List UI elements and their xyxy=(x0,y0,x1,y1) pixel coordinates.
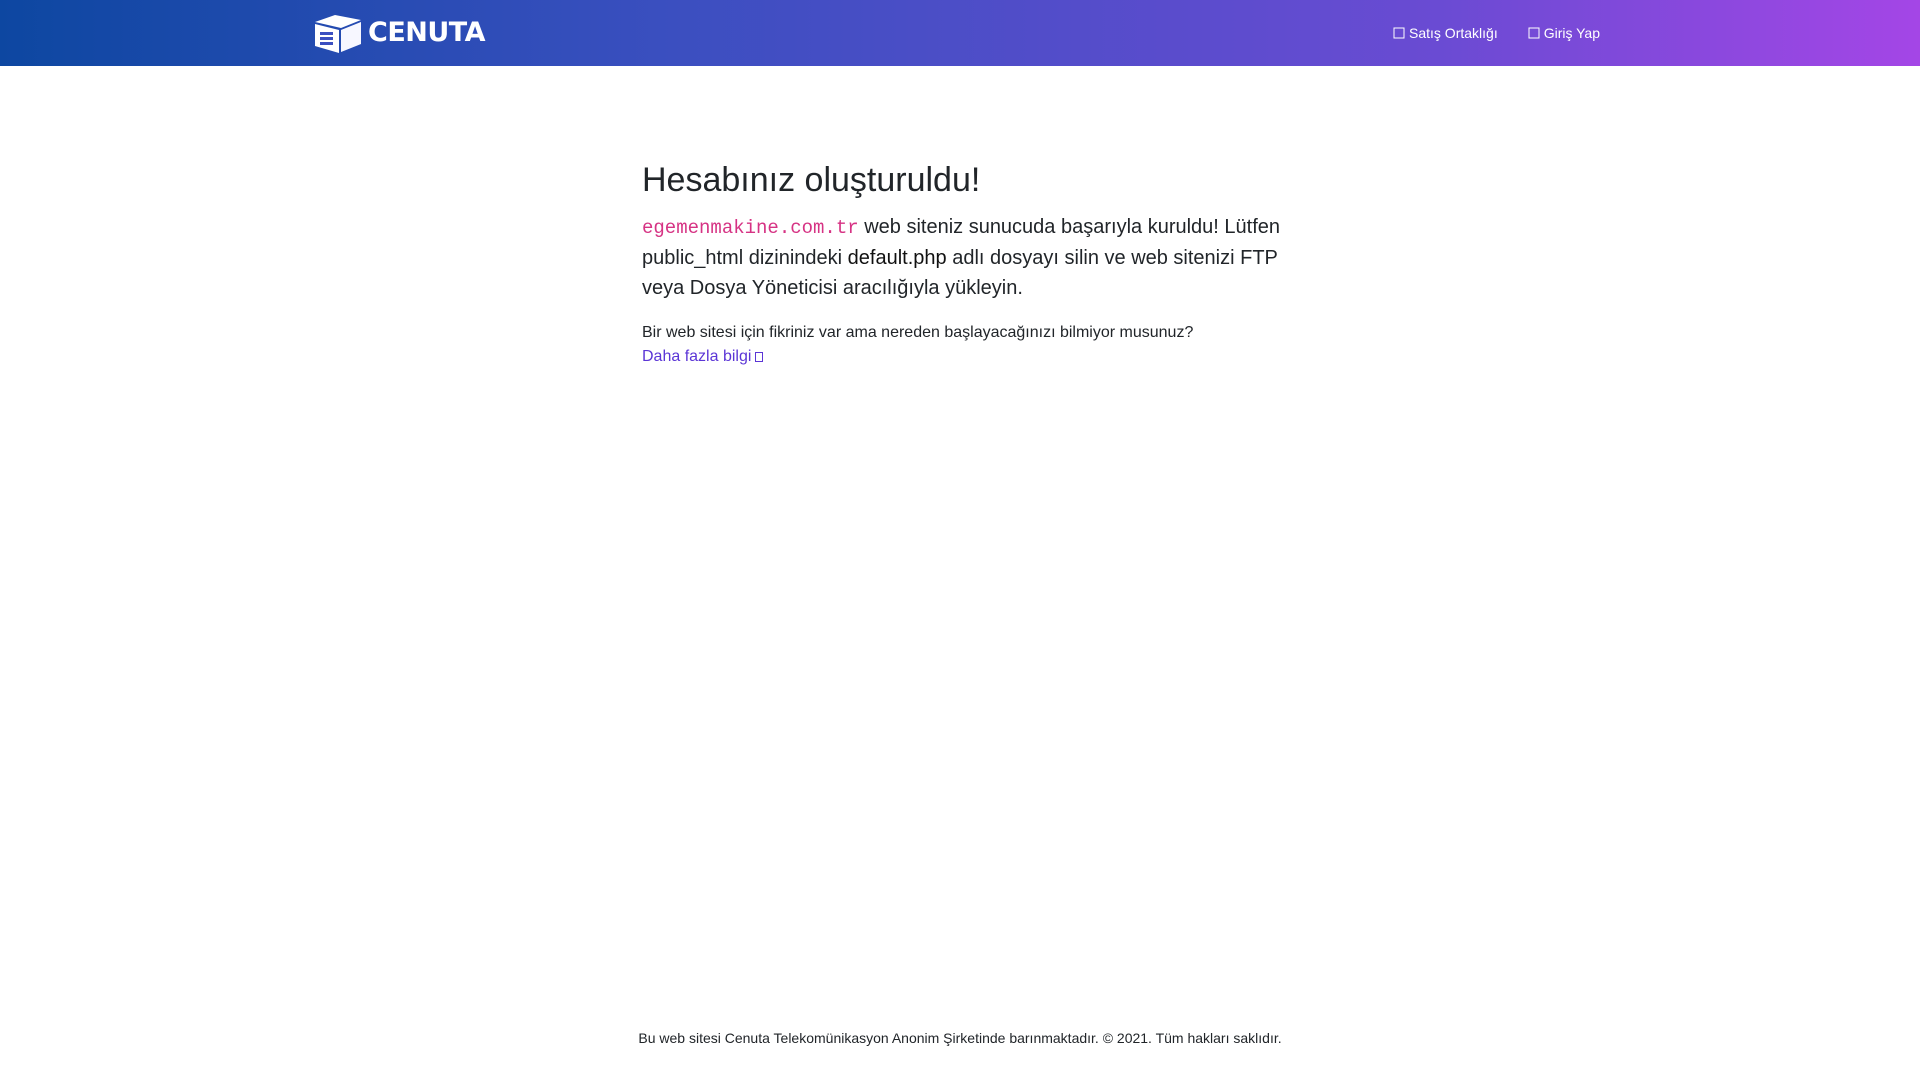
file-name: default.php xyxy=(847,247,947,269)
nav-affiliate-link[interactable]: Satış Ortaklığı xyxy=(1393,25,1498,41)
cenuta-box-logo-icon xyxy=(315,15,361,53)
top-navbar: CENUTA Satış Ortaklığı Giriş Yap xyxy=(0,0,1920,66)
main-content: Hesabınız oluşturuldu! egemenmakine.com.… xyxy=(642,158,1292,369)
domain-name: egemenmakine.com.tr xyxy=(642,217,859,239)
footer-text: Bu web sitesi Cenuta Telekomünikasyon An… xyxy=(638,1030,1282,1046)
question-text: Bir web sitesi için fikriniz var ama ner… xyxy=(642,324,1194,341)
external-link-icon xyxy=(755,352,764,362)
handshake-icon xyxy=(1393,27,1405,39)
learn-more-label: Daha fazla bilgi xyxy=(642,348,752,365)
setup-message: egemenmakine.com.tr web siteniz sunucuda… xyxy=(642,212,1292,303)
website-idea-question: Bir web sitesi için fikriniz var ama ner… xyxy=(642,321,1292,369)
brand-link[interactable]: CENUTA xyxy=(311,12,486,54)
learn-more-link[interactable]: Daha fazla bilgi xyxy=(642,345,764,369)
header-nav: Satış Ortaklığı Giriş Yap xyxy=(1363,0,1600,66)
page-title: Hesabınız oluşturuldu! xyxy=(642,161,981,199)
login-icon xyxy=(1528,27,1540,39)
brand-name: CENUTA xyxy=(368,17,486,48)
footer: Bu web sitesi Cenuta Telekomünikasyon An… xyxy=(0,1028,1920,1048)
nav-login-label: Giriş Yap xyxy=(1543,25,1600,41)
nav-login-link[interactable]: Giriş Yap xyxy=(1528,25,1600,41)
nav-affiliate-label: Satış Ortaklığı xyxy=(1409,25,1498,41)
